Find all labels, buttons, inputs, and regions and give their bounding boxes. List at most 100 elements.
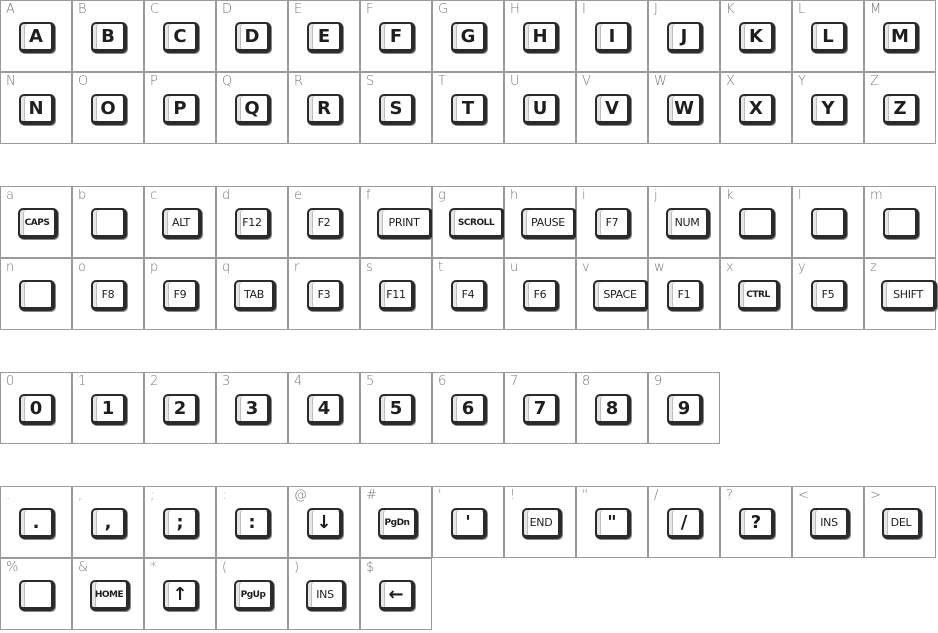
glyph-cell: x CTRL [720,258,792,330]
glyph-char-label: E [294,2,303,17]
glyph-cell: YY [792,72,864,144]
keycap-glyph: N [19,94,55,125]
glyph-char-label: * [150,560,157,575]
glyph-cell: z SHIFT [864,258,937,330]
glyph-char-label: Y [798,74,806,89]
glyph-cell: AA [0,0,72,72]
keycap-glyph: / [667,508,703,539]
glyph-char-label: H [510,2,520,17]
glyph-cell: 11 [72,372,144,444]
glyph-cell: LL [792,0,864,72]
glyph-char-label: l [798,188,802,203]
glyph-cell: ,, [72,486,144,558]
glyph-cell: .. [0,486,72,558]
keycap-glyph: L [811,22,847,53]
glyph-char-label: t [438,260,444,275]
keycap-glyph: DEL [882,508,922,539]
glyph-char-label: p [150,260,159,275]
keycap-glyph: PgUp [234,580,274,611]
keycap-glyph: PgDn [378,508,418,539]
glyph-cell: v SPACE [576,258,649,330]
glyph-char-label: v [582,260,590,275]
glyph-cell: k [720,186,792,258]
keycap-glyph: I [595,22,631,53]
keycap-glyph: 7 [523,394,559,425]
keycap-glyph: U [523,94,559,125]
glyph-cell: p F9 [144,258,216,330]
glyph-char-label: T [438,74,446,89]
glyph-cell: h PAUSE [504,186,577,258]
keycap-glyph: C [163,22,199,53]
glyph-cell: r F3 [288,258,360,330]
glyph-cell: / / [648,486,720,558]
glyph-cell: > DEL [864,486,936,558]
keycap-glyph: ← [379,580,415,611]
keycap-glyph: F2 [307,208,343,239]
glyph-cell: l [792,186,864,258]
keycap-glyph: 4 [307,394,343,425]
glyph-cell: GG [432,0,504,72]
glyph-cell: e F2 [288,186,360,258]
glyph-cell: DD [216,0,288,72]
glyph-char-label: < [798,488,809,503]
glyph-cell: SS [360,72,432,144]
glyph-char-label: L [798,2,806,17]
glyph-char-label: ' [438,488,442,503]
glyph-cell: ;; [144,486,216,558]
keycap-glyph: 3 [235,394,271,425]
keycap-blank-glyph [19,280,55,311]
glyph-cell: m [864,186,936,258]
glyph-char-label: 8 [582,374,591,389]
glyph-char-label: w [654,260,665,275]
glyph-cell: j NUM [648,186,720,258]
keycap-glyph: F4 [451,280,487,311]
glyph-cell: 88 [576,372,648,444]
glyph-cell: & HOME [72,558,144,630]
glyph-char-label: 6 [438,374,447,389]
glyph-cell: RR [288,72,360,144]
glyph-cell: OO [72,72,144,144]
glyph-cell: MM [864,0,936,72]
glyph-char-label: b [78,188,87,203]
glyph-cell: o F8 [72,258,144,330]
glyph-cell: FF [360,0,432,72]
glyph-cell: # PgDn [360,486,432,558]
keycap-glyph: V [595,94,631,125]
glyph-char-label: N [6,74,16,89]
keycap-blank-glyph [91,208,127,239]
glyph-cell: QQ [216,72,288,144]
glyph-cell: q TAB [216,258,288,330]
glyph-cell: s F11 [360,258,432,330]
glyph-cell: g SCROLL [432,186,505,258]
glyph-char-label: a [6,188,14,203]
keycap-glyph: W [667,94,703,125]
glyph-cell: KK [720,0,792,72]
glyph-char-label: F [366,2,374,17]
glyph-char-label: Z [870,74,879,89]
keycap-glyph: F6 [523,280,559,311]
keycap-glyph: SCROLL [449,208,505,239]
glyph-char-label: # [366,488,377,503]
glyph-cell: HH [504,0,576,72]
glyph-cell: y F5 [792,258,864,330]
keycap-glyph: 8 [595,394,631,425]
glyph-char-label: V [582,74,591,89]
keycap-glyph: CTRL [738,280,780,311]
keycap-glyph: F8 [91,280,127,311]
glyph-char-label: G [438,2,449,17]
glyph-char-label: 9 [654,374,663,389]
keycap-glyph: B [91,22,127,53]
glyph-char-label: 5 [366,374,375,389]
glyph-cell: 99 [648,372,720,444]
glyph-cell: c ALT [144,186,216,258]
keycap-glyph: : [235,508,271,539]
keycap-glyph: ↓ [307,508,343,539]
glyph-cell: < INS [792,486,864,558]
glyph-char-label: " [582,488,588,503]
glyph-char-label: o [78,260,86,275]
keycap-glyph: S [379,94,415,125]
glyph-cell: 66 [432,372,504,444]
glyph-char-label: X [726,74,735,89]
glyph-cell: TT [432,72,504,144]
keycap-glyph: O [91,94,127,125]
